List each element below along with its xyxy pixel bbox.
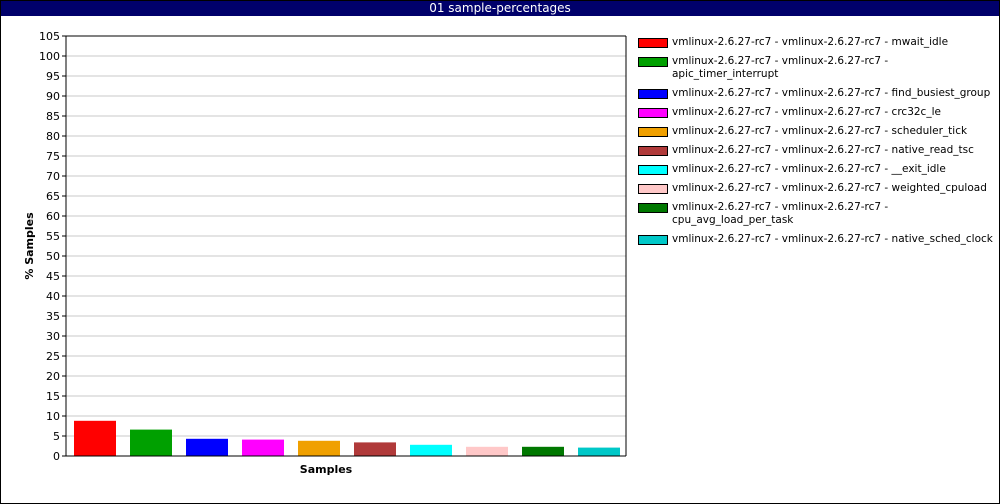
legend-item: vmlinux-2.6.27-rc7 - vmlinux-2.6.27-rc7 … — [638, 125, 993, 138]
bar — [578, 447, 620, 456]
y-tick-label: 40 — [46, 290, 60, 303]
y-tick-label: 30 — [46, 330, 60, 343]
legend-label: vmlinux-2.6.27-rc7 - vmlinux-2.6.27-rc7 … — [672, 182, 987, 194]
legend-item: vmlinux-2.6.27-rc7 - vmlinux-2.6.27-rc7 … — [638, 182, 993, 195]
legend-item: vmlinux-2.6.27-rc7 - vmlinux-2.6.27-rc7 … — [638, 144, 993, 157]
x-axis-title: Samples — [300, 463, 353, 476]
y-tick-label: 90 — [46, 90, 60, 103]
bar — [74, 420, 116, 456]
y-tick-label: 10 — [46, 410, 60, 423]
y-tick-label: 100 — [39, 50, 60, 63]
legend-swatch — [638, 108, 668, 118]
legend-label: vmlinux-2.6.27-rc7 - vmlinux-2.6.27-rc7 … — [672, 163, 946, 175]
legend-label: vmlinux-2.6.27-rc7 - vmlinux-2.6.27-rc7 … — [672, 144, 974, 156]
legend-item: vmlinux-2.6.27-rc7 - vmlinux-2.6.27-rc7 … — [638, 55, 993, 81]
legend-swatch — [638, 235, 668, 245]
legend-item: vmlinux-2.6.27-rc7 - vmlinux-2.6.27-rc7 … — [638, 106, 993, 119]
y-tick-label: 60 — [46, 210, 60, 223]
y-tick-label: 50 — [46, 250, 60, 263]
y-tick-label: 15 — [46, 390, 60, 403]
legend-item: vmlinux-2.6.27-rc7 - vmlinux-2.6.27-rc7 … — [638, 233, 993, 246]
y-tick-label: 80 — [46, 130, 60, 143]
bar — [354, 442, 396, 456]
bar — [130, 429, 172, 456]
legend-label: vmlinux-2.6.27-rc7 - vmlinux-2.6.27-rc7 … — [672, 106, 941, 118]
legend-swatch — [638, 89, 668, 99]
bar — [522, 446, 564, 456]
legend-swatch — [638, 38, 668, 48]
y-tick-label: 105 — [39, 30, 60, 43]
legend-label: vmlinux-2.6.27-rc7 - vmlinux-2.6.27-rc7 … — [672, 125, 968, 137]
plot-area — [66, 36, 626, 456]
legend-swatch — [638, 184, 668, 194]
y-tick-label: 70 — [46, 170, 60, 183]
y-tick-label: 25 — [46, 350, 60, 363]
legend-label: vmlinux-2.6.27-rc7 - vmlinux-2.6.27-rc7 … — [672, 87, 991, 99]
y-tick-label: 0 — [53, 450, 60, 463]
y-tick-label: 95 — [46, 70, 60, 83]
bar — [242, 439, 284, 456]
y-axis-title: % Samples — [23, 212, 36, 280]
y-tick-label: 65 — [46, 190, 60, 203]
chart-legend: vmlinux-2.6.27-rc7 - vmlinux-2.6.27-rc7 … — [638, 36, 993, 252]
legend-item: vmlinux-2.6.27-rc7 - vmlinux-2.6.27-rc7 … — [638, 87, 993, 100]
y-tick-label: 5 — [53, 430, 60, 443]
legend-swatch — [638, 127, 668, 137]
bar — [466, 446, 508, 456]
bar — [298, 440, 340, 456]
legend-swatch — [638, 146, 668, 156]
legend-swatch — [638, 203, 668, 213]
legend-item: vmlinux-2.6.27-rc7 - vmlinux-2.6.27-rc7 … — [638, 36, 993, 49]
legend-label: vmlinux-2.6.27-rc7 - vmlinux-2.6.27-rc7 … — [672, 201, 889, 226]
y-tick-label: 45 — [46, 270, 60, 283]
y-tick-label: 55 — [46, 230, 60, 243]
legend-swatch — [638, 57, 668, 67]
legend-item: vmlinux-2.6.27-rc7 - vmlinux-2.6.27-rc7 … — [638, 163, 993, 176]
y-tick-label: 35 — [46, 310, 60, 323]
bar — [410, 444, 452, 456]
legend-item: vmlinux-2.6.27-rc7 - vmlinux-2.6.27-rc7 … — [638, 201, 993, 227]
y-tick-label: 85 — [46, 110, 60, 123]
y-tick-label: 75 — [46, 150, 60, 163]
bar — [186, 438, 228, 456]
y-tick-label: 20 — [46, 370, 60, 383]
legend-label: vmlinux-2.6.27-rc7 - vmlinux-2.6.27-rc7 … — [672, 233, 993, 245]
legend-label: vmlinux-2.6.27-rc7 - vmlinux-2.6.27-rc7 … — [672, 55, 889, 80]
legend-label: vmlinux-2.6.27-rc7 - vmlinux-2.6.27-rc7 … — [672, 36, 949, 48]
legend-swatch — [638, 165, 668, 175]
